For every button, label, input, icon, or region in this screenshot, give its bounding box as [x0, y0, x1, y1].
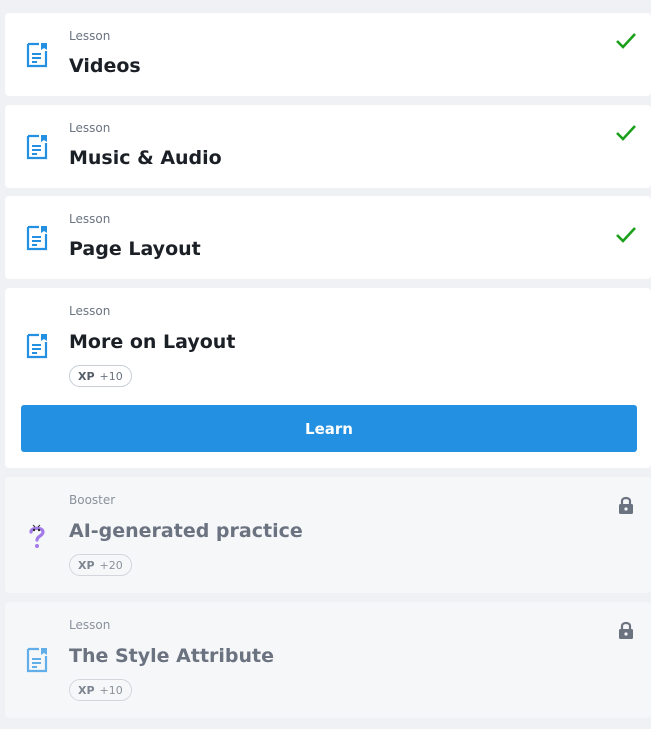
lesson-doc-icon: [26, 333, 48, 359]
xp-value: +10: [99, 369, 123, 383]
lock-icon: [619, 496, 633, 514]
lesson-kind: Lesson: [69, 304, 111, 318]
lesson-kind: Lesson: [69, 121, 111, 135]
lesson-kind: Lesson: [69, 618, 111, 632]
lesson-card-music-audio[interactable]: Lesson Music & Audio: [5, 105, 651, 188]
lesson-title: AI-generated practice: [69, 520, 303, 542]
lesson-card-videos[interactable]: Lesson Videos: [5, 13, 651, 96]
lesson-doc-icon: [26, 647, 48, 673]
lesson-kind: Lesson: [69, 212, 111, 226]
xp-label: XP: [78, 683, 95, 697]
lesson-card-more-on-layout[interactable]: Lesson More on Layout XP +10 Learn: [5, 288, 651, 468]
lesson-doc-icon: [26, 134, 48, 160]
lesson-doc-icon: [26, 42, 48, 68]
lesson-card-style-attribute[interactable]: Lesson The Style Attribute XP +10: [5, 602, 651, 718]
lesson-title: More on Layout: [69, 331, 236, 353]
xp-label: XP: [78, 558, 95, 572]
checkmark-icon: [616, 33, 636, 49]
lesson-kind: Booster: [69, 493, 116, 507]
xp-badge: XP +10: [69, 679, 132, 701]
lesson-title: Music & Audio: [69, 147, 222, 169]
xp-badge: XP +10: [69, 365, 132, 387]
question-mark-icon: [29, 524, 45, 548]
checkmark-icon: [616, 227, 636, 243]
lesson-doc-icon: [26, 225, 48, 251]
lesson-card-page-layout[interactable]: Lesson Page Layout: [5, 196, 651, 279]
lesson-title: Videos: [69, 55, 141, 77]
xp-value: +10: [99, 683, 123, 697]
lesson-kind: Lesson: [69, 29, 111, 43]
lesson-list: Lesson Videos Lesson Music & Audio Lesso…: [0, 0, 651, 729]
lock-icon: [619, 621, 633, 639]
xp-value: +20: [99, 558, 123, 572]
lesson-title: The Style Attribute: [69, 645, 275, 667]
learn-button[interactable]: Learn: [21, 405, 637, 452]
xp-badge: XP +20: [69, 554, 132, 576]
checkmark-icon: [616, 125, 636, 141]
booster-card-ai-practice[interactable]: Booster AI-generated practice XP +20: [5, 477, 651, 593]
lesson-title: Page Layout: [69, 238, 201, 260]
xp-label: XP: [78, 369, 95, 383]
